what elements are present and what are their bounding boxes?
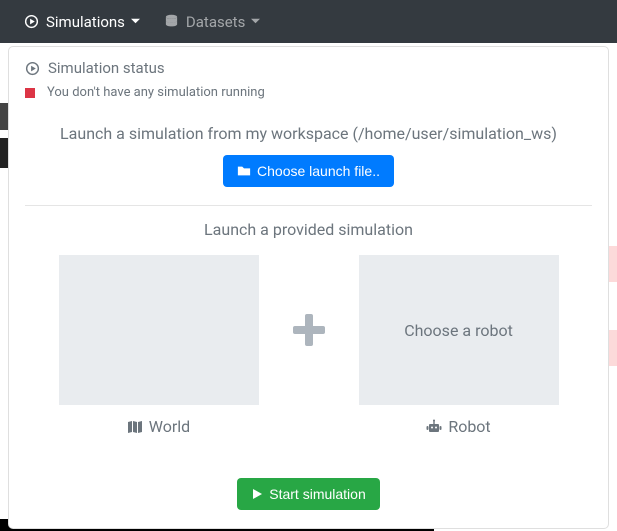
robot-tile-text: Choose a robot xyxy=(404,321,513,340)
world-tile[interactable] xyxy=(59,255,259,405)
robot-icon xyxy=(426,419,442,435)
status-message: You don't have any simulation running xyxy=(47,85,265,100)
nav-simulations[interactable]: Simulations xyxy=(12,5,152,39)
choose-grid: Choose a robot xyxy=(9,253,608,413)
status-message-row: You don't have any simulation running xyxy=(9,81,608,114)
world-label-col: World xyxy=(59,417,259,436)
start-simulation-button[interactable]: Start simulation xyxy=(237,478,379,510)
robot-label-col: Robot xyxy=(359,417,559,436)
provided-simulation-text: Launch a provided simulation xyxy=(9,218,608,253)
caret-down-icon xyxy=(131,17,140,26)
robot-label: Robot xyxy=(448,417,490,436)
map-icon xyxy=(127,419,143,435)
divider xyxy=(25,205,592,206)
start-simulation-label: Start simulation xyxy=(269,486,365,502)
database-icon xyxy=(164,14,179,29)
folder-icon xyxy=(237,164,251,178)
world-label: World xyxy=(149,417,190,436)
plus-icon xyxy=(289,310,329,350)
play-circle-icon xyxy=(24,14,39,29)
choose-launch-file-button[interactable]: Choose launch file.. xyxy=(223,155,394,187)
tile-labels-row: World Robot xyxy=(9,413,608,436)
launch-workspace-text: Launch a simulation from my workspace (/… xyxy=(9,114,608,155)
play-icon xyxy=(251,488,263,500)
nav-simulations-label: Simulations xyxy=(46,13,125,31)
stop-icon xyxy=(25,88,35,98)
play-circle-icon xyxy=(25,61,40,76)
status-header: Simulation status xyxy=(9,47,608,81)
choose-launch-file-label: Choose launch file.. xyxy=(257,163,380,179)
status-title: Simulation status xyxy=(48,59,165,77)
nav-datasets[interactable]: Datasets xyxy=(152,5,272,39)
robot-tile[interactable]: Choose a robot xyxy=(359,255,559,405)
caret-down-icon xyxy=(251,17,260,26)
nav-datasets-label: Datasets xyxy=(186,13,245,31)
simulation-panel: Simulation status You don't have any sim… xyxy=(8,46,609,529)
navbar: Simulations Datasets xyxy=(0,0,617,43)
